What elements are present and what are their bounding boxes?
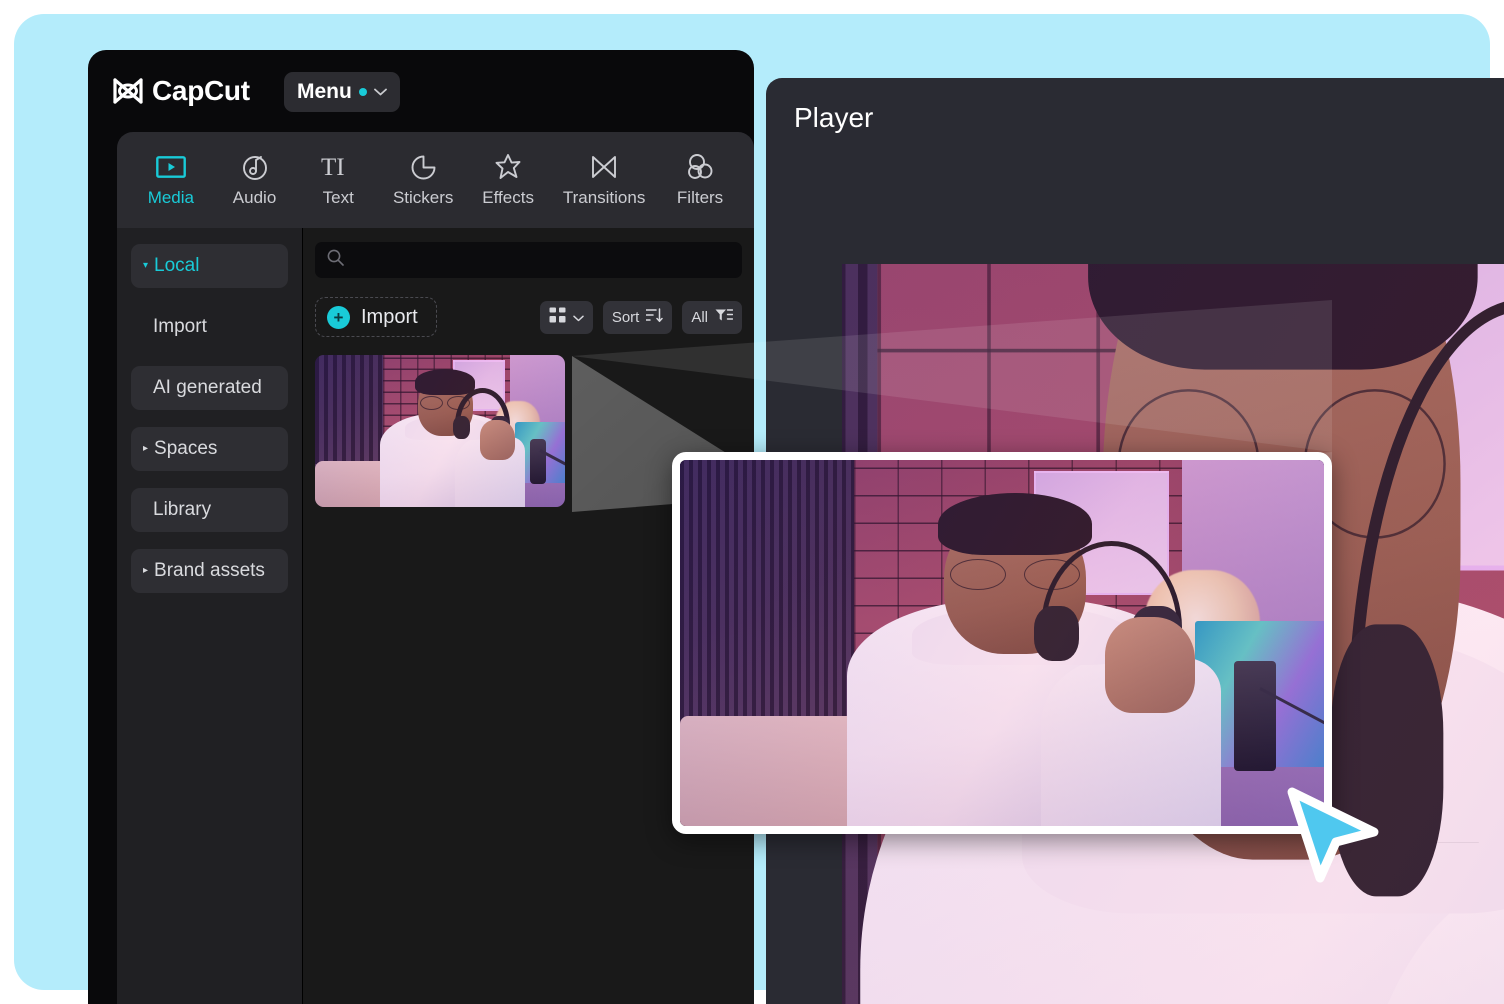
app-name: CapCut: [152, 75, 250, 106]
import-button[interactable]: + Import: [315, 297, 437, 337]
sort-descending-icon: [645, 307, 664, 327]
tab-stickers-label: Stickers: [392, 188, 454, 207]
filter-icon: [715, 308, 734, 327]
tab-filters[interactable]: Filters: [671, 152, 729, 208]
tab-text[interactable]: TI Text: [309, 152, 367, 208]
sidebar-item-ai-generated-label: AI generated: [153, 377, 262, 398]
search-bar[interactable]: [315, 242, 742, 278]
sort-button[interactable]: Sort: [602, 300, 673, 334]
tab-transitions-label: Transitions: [562, 188, 646, 207]
sidebar-item-spaces[interactable]: ▸ Spaces: [131, 427, 288, 471]
capcut-window: CapCut Menu Media Audio TI Text Stickers…: [88, 50, 754, 1004]
tab-audio-label: Audio: [232, 188, 277, 207]
zoom-preview-frame[interactable]: [672, 452, 1332, 834]
editor-panel: Media Audio TI Text Stickers Effects Tra…: [117, 132, 754, 1004]
menu-notification-dot: [358, 88, 367, 96]
tab-stickers[interactable]: Stickers: [393, 152, 453, 208]
text-ti-icon: TI: [321, 152, 355, 182]
sidebar-item-spaces-label: Spaces: [154, 438, 218, 459]
screenshot-root: CapCut Menu Media Audio TI Text Stickers…: [0, 0, 1504, 1004]
media-toolbar: + Import Sort All: [315, 297, 742, 337]
player-title: Player: [794, 102, 874, 133]
chevron-down-icon: [573, 309, 584, 326]
sidebar-item-local-label: Local: [154, 255, 200, 276]
view-mode-button[interactable]: [539, 300, 593, 334]
sidebar-item-local[interactable]: ▾ Local: [131, 244, 288, 288]
sticker-drop-icon: [410, 152, 437, 182]
transitions-bowtie-icon: [589, 152, 619, 182]
search-icon: [327, 249, 344, 271]
sidebar-item-import[interactable]: Import: [131, 305, 288, 349]
svg-text:TI: TI: [321, 154, 345, 180]
mouse-pointer-icon: [1278, 782, 1382, 886]
sidebar-item-ai-generated[interactable]: AI generated: [131, 366, 288, 410]
filters-rings-icon: [686, 152, 714, 182]
podcast-headphones-thumbnail: [315, 355, 565, 507]
caret-right-icon: ▸: [143, 443, 149, 454]
zoom-preview-image: [680, 460, 1324, 826]
sidebar-item-library-label: Library: [153, 499, 212, 520]
plus-circle-icon: +: [327, 305, 350, 329]
capcut-logo-icon: [112, 76, 144, 106]
caret-down-icon: ▾: [143, 260, 149, 271]
media-sidebar: ▾ Local Import AI generated ▸ Spaces Lib: [117, 228, 302, 1004]
tab-effects-label: Effects: [482, 188, 534, 207]
tab-effects[interactable]: Effects: [479, 152, 537, 208]
media-play-frame-icon: [155, 152, 186, 182]
grid-view-icon: [549, 307, 566, 328]
media-thumbnail[interactable]: [315, 355, 565, 507]
app-logo: CapCut: [112, 76, 250, 106]
caret-right-icon: ▸: [143, 565, 149, 576]
import-button-label: Import: [361, 305, 418, 328]
sidebar-item-brand-assets[interactable]: ▸ Brand assets: [131, 549, 288, 593]
tool-tabs: Media Audio TI Text Stickers Effects Tra…: [117, 132, 754, 228]
filter-button-label: All: [691, 308, 708, 326]
chevron-down-icon: [373, 88, 387, 96]
menu-button[interactable]: Menu: [284, 72, 400, 112]
tab-audio[interactable]: Audio: [226, 152, 284, 208]
panel-body: ▾ Local Import AI generated ▸ Spaces Lib: [117, 228, 754, 1004]
sidebar-item-import-label: Import: [153, 316, 207, 337]
tab-transitions[interactable]: Transitions: [562, 152, 646, 208]
search-input[interactable]: [352, 251, 730, 269]
tab-media-label: Media: [147, 188, 194, 207]
effects-sparkle-icon: [494, 152, 522, 182]
sidebar-item-brand-assets-label: Brand assets: [154, 560, 265, 581]
tab-filters-label: Filters: [676, 188, 724, 207]
filter-button[interactable]: All: [682, 300, 742, 334]
audio-note-icon: [241, 152, 269, 182]
sidebar-item-library[interactable]: Library: [131, 488, 288, 532]
tab-media[interactable]: Media: [142, 152, 200, 208]
tab-text-label: Text: [322, 188, 354, 207]
menu-button-label: Menu: [297, 80, 352, 103]
capcut-titlebar: CapCut Menu: [88, 50, 754, 132]
sort-button-label: Sort: [611, 308, 640, 326]
